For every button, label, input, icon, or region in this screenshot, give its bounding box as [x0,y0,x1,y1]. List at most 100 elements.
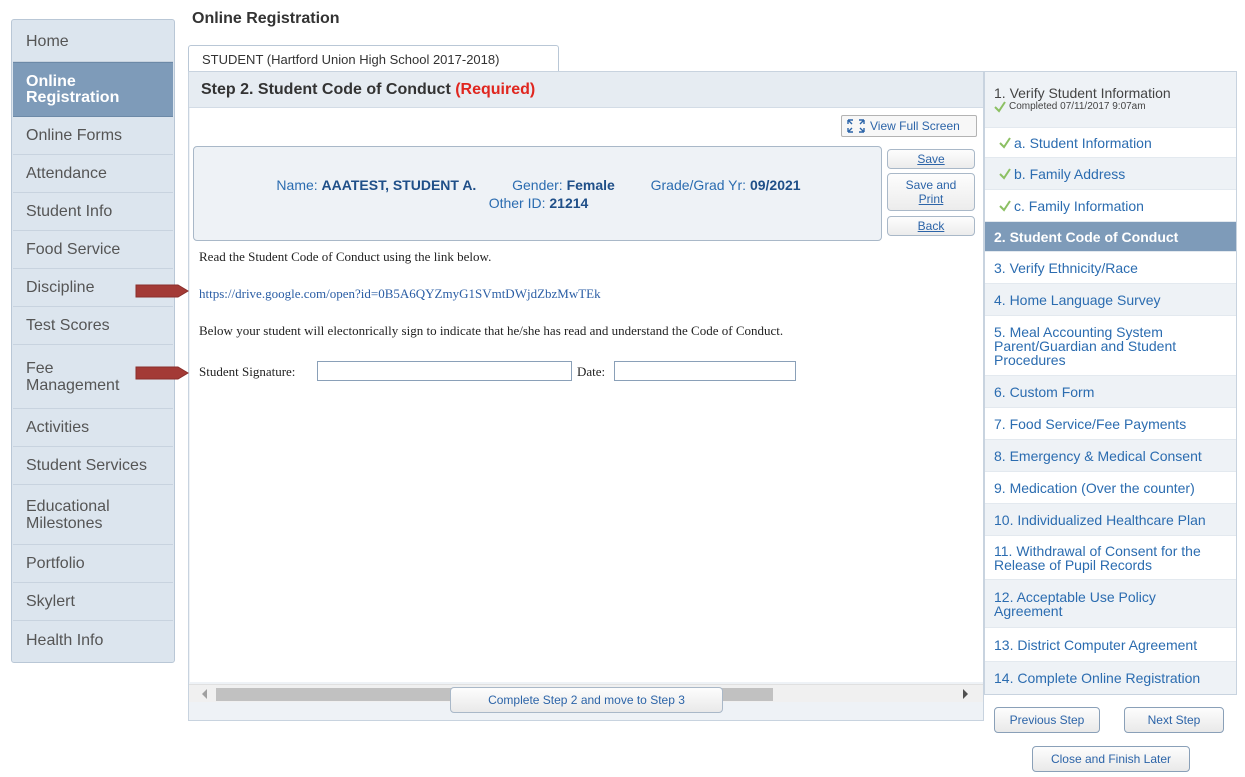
step-9-label: 9. Medication (Over the counter) [994,479,1195,496]
scroll-right-icon[interactable] [963,689,968,699]
nav-item-online-forms[interactable]: Online Forms [13,117,173,155]
step-3-verify-ethnicity[interactable]: 3. Verify Ethnicity/Race [985,252,1236,284]
nav-item-student-info[interactable]: Student Info [13,193,173,231]
nav-item-label: Fee Management [26,359,120,394]
step-13-district-computer-agreement[interactable]: 13. District Computer Agreement [985,628,1236,662]
step-13-label: 13. District Computer Agreement [994,636,1198,653]
step-11-withdrawal-of-consent[interactable]: 11. Withdrawal of Consent for the Releas… [985,536,1236,580]
step-9-medication[interactable]: 9. Medication (Over the counter) [985,472,1236,504]
next-step-button[interactable]: Next Step [1124,707,1224,733]
step-3-label: 3. Verify Ethnicity/Race [994,259,1138,276]
complete-step-button[interactable]: Complete Step 2 and move to Step 3 [450,687,723,713]
nav-item-student-services[interactable]: Student Services [13,447,173,485]
step-6-label: 6. Custom Form [994,383,1095,400]
save-and-print-label-2: Print [918,192,944,206]
view-full-screen-label: View Full Screen [870,119,960,133]
code-of-conduct-link[interactable]: https://drive.google.com/open?id=0B5A6QY… [199,286,601,302]
close-and-finish-later-button[interactable]: Close and Finish Later [1032,746,1190,772]
step-10-healthcare-plan[interactable]: 10. Individualized Healthcare Plan [985,504,1236,536]
step-5-meal-accounting[interactable]: 5. Meal Accounting System Parent/Guardia… [985,316,1236,376]
left-nav: Home Online Registration Online Forms At… [11,19,175,663]
step-11-label: 11. Withdrawal of Consent for the Releas… [994,542,1201,573]
nav-item-label: Discipline [26,279,95,296]
nav-item-educational-milestones[interactable]: Educational Milestones [13,485,173,545]
student-signature-input[interactable] [317,361,572,381]
step-4-home-language-survey[interactable]: 4. Home Language Survey [985,284,1236,316]
step-5-label: 5. Meal Accounting System Parent/Guardia… [994,323,1177,368]
date-input[interactable] [614,361,796,381]
nav-item-skylert[interactable]: Skylert [13,583,173,621]
step-1b-label: b. Family Address [1014,165,1126,182]
student-info-box: Name: AAATEST, STUDENT A. Gender: Female… [193,146,882,241]
nav-item-label: Educational Milestones [26,497,110,532]
back-button[interactable]: Back [887,216,975,236]
form-content: View Full Screen Name: AAATEST, STUDENT … [190,108,983,682]
nav-item-label: Online Forms [26,127,123,144]
steps-panel: 1. Verify Student Information Completed … [984,71,1237,695]
save-and-print-label-1: Save and [905,178,957,192]
date-label: Date: [577,364,606,379]
tab-student[interactable]: STUDENT (Hartford Union High School 2017… [188,45,559,72]
gender-label: Gender: [512,177,563,193]
step-2-student-code-of-conduct[interactable]: 2. Student Code of Conduct [985,222,1236,252]
step-header: Step 2. Student Code of Conduct (Require… [189,72,983,108]
step-12-acceptable-use-policy[interactable]: 12. Acceptable Use Policy Agreement [985,580,1236,628]
annotation-arrow-icon [135,284,189,298]
step-2-label: 2. Student Code of Conduct [994,228,1179,245]
step-12-label: 12. Acceptable Use Policy Agreement [994,588,1156,619]
expand-icon [847,119,865,133]
name-label: Name: [276,177,318,193]
nav-item-food-service[interactable]: Food Service [13,231,173,269]
step-4-label: 4. Home Language Survey [994,291,1161,308]
nav-item-health-info[interactable]: Health Info [13,621,173,659]
student-gender: Female [566,177,615,193]
main-panel: Step 2. Student Code of Conduct (Require… [188,71,984,721]
grade-label: Grade/Grad Yr: [650,177,747,193]
nav-item-label: Attendance [26,165,107,182]
step-8-label: 8. Emergency & Medical Consent [994,447,1202,464]
step-8-emergency-medical-consent[interactable]: 8. Emergency & Medical Consent [985,440,1236,472]
page-title: Online Registration [192,10,340,27]
student-name: AAATEST, STUDENT A. [321,177,477,193]
student-info-line: Name: AAATEST, STUDENT A. Gender: Female… [194,177,883,193]
scroll-left-icon[interactable] [202,689,207,699]
step-1-verify-student-information[interactable]: 1. Verify Student Information Completed … [985,72,1236,128]
signature-label: Student Signature: [199,364,296,379]
nav-item-home[interactable]: Home [13,22,173,62]
step-14-label: 14. Complete Online Registration [994,670,1201,686]
step-7-food-service-fee-payments[interactable]: 7. Food Service/Fee Payments [985,408,1236,440]
step-14-complete-online-registration[interactable]: 14. Complete Online Registration [985,662,1236,694]
step-1a-student-information[interactable]: a. Student Information [985,128,1236,158]
nav-item-online-registration[interactable]: Online Registration [13,62,173,117]
other-id-line: Other ID: 21214 [194,195,883,211]
other-id-label: Other ID: [488,195,546,211]
view-full-screen-button[interactable]: View Full Screen [841,115,977,137]
nav-item-activities[interactable]: Activities [13,409,173,447]
nav-item-label: Skylert [26,593,75,610]
other-id-value: 21214 [549,195,589,211]
nav-item-attendance[interactable]: Attendance [13,155,173,193]
checkmark-icon [999,167,1011,180]
step-6-custom-form[interactable]: 6. Custom Form [985,376,1236,408]
checkmark-icon [999,136,1011,149]
sign-note-text: Below your student will electonrically s… [199,323,784,338]
checkmark-icon [999,199,1011,212]
previous-step-button[interactable]: Previous Step [994,707,1100,733]
save-button[interactable]: Save [887,149,975,169]
save-and-print-button[interactable]: Save and Print [887,173,975,211]
student-grade: 09/2021 [749,177,801,193]
step-1c-label: c. Family Information [1014,197,1144,214]
checkmark-icon [994,100,1006,113]
step-1-completed: Completed 07/11/2017 9:07am [994,100,1236,114]
nav-item-label: Test Scores [26,317,110,334]
step-1b-family-address[interactable]: b. Family Address [985,158,1236,190]
nav-item-label: Portfolio [26,555,85,572]
nav-item-label: Student Services [26,457,147,474]
instruction-text: Read the Student Code of Conduct using t… [199,249,492,264]
nav-item-test-scores[interactable]: Test Scores [13,307,173,345]
step-1c-family-information[interactable]: c. Family Information [985,190,1236,222]
step-10-label: 10. Individualized Healthcare Plan [994,511,1206,528]
step-1a-label: a. Student Information [1014,134,1152,151]
nav-item-portfolio[interactable]: Portfolio [13,545,173,583]
step-7-label: 7. Food Service/Fee Payments [994,415,1187,432]
